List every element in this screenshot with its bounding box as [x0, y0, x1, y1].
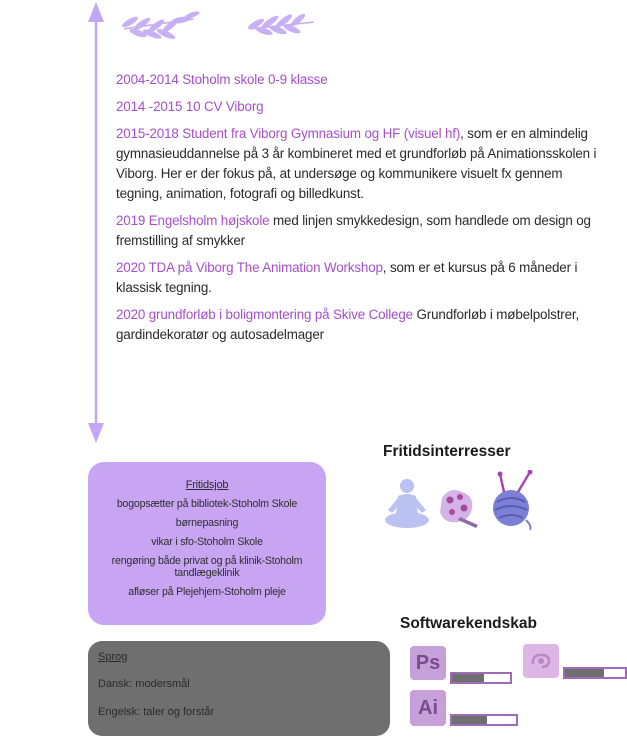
fritidsjob-title: Fritidsjob — [185, 479, 229, 491]
yarn-icon — [493, 470, 533, 531]
painting-icon — [440, 490, 478, 528]
timeline-arrow — [88, 2, 104, 443]
illustrator-icon: Ai — [410, 690, 446, 726]
procreate-brush-icon — [531, 653, 551, 669]
photoshop-skill-bar — [450, 672, 512, 684]
education-item: 2004-2014 Stoholm skole 0-9 klasse — [116, 70, 611, 90]
fritidsjob-box: Fritidsjob bogopsætter på bibliotek-Stoh… — [88, 462, 326, 625]
software-heading: Softwarekendskab — [400, 615, 537, 632]
education-item: 2019 Engelsholm højskole med linjen smyk… — [116, 211, 611, 251]
illustrator-skill-bar — [450, 714, 518, 726]
education-period: 2014 -2015 10 CV Viborg — [116, 99, 264, 114]
skill-bar-fill — [452, 716, 488, 724]
education-item: 2014 -2015 10 CV Viborg — [116, 97, 611, 117]
leaf-decoration-icon — [122, 11, 314, 39]
procreate-skill-bar — [563, 667, 627, 679]
education-period: 2020 TDA på Viborg The Animation Worksho… — [116, 260, 383, 275]
language-line: Dansk: modersmål — [98, 678, 190, 690]
fritid-heading: Fritidsinterresser — [383, 443, 511, 460]
fritidsjob-item: afløser på Plejehjem-Stoholm pleje — [128, 586, 286, 598]
education-list: 2004-2014 Stoholm skole 0-9 klasse 2014 … — [116, 70, 611, 352]
fritidsjob-item: vikar i sfo-Stoholm Skole — [151, 536, 263, 548]
fritidsjob-item: bogopsætter på bibliotek-Stoholm Skole — [116, 498, 298, 510]
education-item: 2015-2018 Student fra Viborg Gymnasium o… — [116, 124, 611, 204]
education-period: 2020 grundforløb i boligmontering på Ski… — [116, 307, 413, 322]
education-period: 2015-2018 Student fra Viborg Gymnasium o… — [116, 126, 461, 141]
sprog-box: Sprog Dansk: modersmål Engelsk: taler og… — [88, 641, 390, 736]
education-item: 2020 TDA på Viborg The Animation Worksho… — [116, 258, 611, 298]
meditation-icon — [385, 479, 429, 528]
procreate-icon — [523, 644, 559, 678]
sprog-title: Sprog — [98, 651, 128, 663]
skill-bar-fill — [565, 669, 604, 677]
education-period: 2004-2014 Stoholm skole 0-9 klasse — [116, 72, 328, 87]
skill-bar-fill — [452, 674, 484, 682]
fritidsjob-item: rengøring både privat og på klinik-Stoho… — [111, 555, 303, 579]
photoshop-icon: Ps — [410, 646, 446, 680]
education-period: 2019 Engelsholm højskole — [116, 213, 270, 228]
language-line: Engelsk: taler og forstår — [98, 706, 215, 718]
fritidsjob-item: børnepasning — [175, 517, 239, 529]
education-item: 2020 grundforløb i boligmontering på Ski… — [116, 305, 611, 345]
